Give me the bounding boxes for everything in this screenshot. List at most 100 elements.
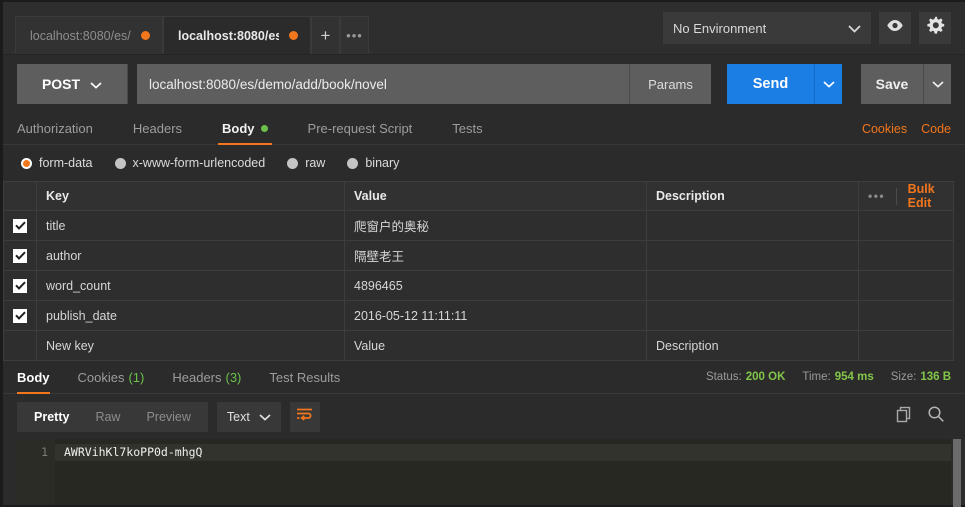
row-value[interactable]: 2016-05-12 11:11:11 bbox=[344, 300, 647, 331]
chevron-down-icon bbox=[90, 76, 102, 92]
response-tab-body[interactable]: Body bbox=[17, 361, 50, 394]
time-badge: Time: 954 ms bbox=[802, 371, 873, 383]
word-wrap-icon bbox=[296, 407, 313, 426]
unsaved-dot-icon bbox=[289, 31, 298, 40]
row-key[interactable]: author bbox=[36, 240, 345, 271]
environment-quick-look-button[interactable] bbox=[879, 12, 911, 44]
view-mode-pretty[interactable]: Pretty bbox=[21, 402, 82, 432]
save-button-group: Save bbox=[861, 64, 951, 104]
row-key[interactable]: title bbox=[36, 210, 345, 241]
code-link[interactable]: Code bbox=[921, 122, 951, 136]
row-value[interactable]: 爬窗户的奥秘 bbox=[344, 210, 647, 241]
select-all-cell bbox=[3, 181, 37, 211]
tab-headers[interactable]: Headers bbox=[133, 113, 200, 144]
cookies-link[interactable]: Cookies bbox=[862, 122, 907, 136]
save-options-button[interactable] bbox=[923, 64, 951, 104]
row-checkbox[interactable] bbox=[13, 278, 27, 293]
row-value[interactable]: 隔壁老王 bbox=[344, 240, 647, 271]
row-checkbox-cell bbox=[3, 300, 37, 331]
request-tab-bar: localhost:8080/es/der localhost:8080/es/… bbox=[3, 2, 965, 55]
status-value: 200 OK bbox=[745, 371, 786, 383]
new-description-input[interactable]: Description bbox=[646, 330, 859, 361]
body-active-dot-icon bbox=[260, 125, 268, 132]
size-badge: Size: 136 B bbox=[891, 371, 951, 383]
row-checkbox[interactable] bbox=[13, 248, 27, 263]
table-row: publish_date 2016-05-12 11:11:11 bbox=[3, 300, 954, 331]
http-method-label: POST bbox=[41, 76, 81, 92]
column-header-key: Key bbox=[36, 181, 345, 211]
radio-selected-icon bbox=[21, 157, 32, 169]
copy-button[interactable] bbox=[896, 406, 913, 428]
response-tab-test-results-label: Test Results bbox=[269, 369, 341, 385]
new-key-input[interactable]: New key bbox=[36, 330, 345, 361]
radio-icon bbox=[114, 157, 126, 169]
status-label: Status: bbox=[705, 371, 742, 383]
tab-body[interactable]: Body bbox=[218, 113, 286, 145]
body-type-raw[interactable]: raw bbox=[287, 156, 325, 170]
response-format-select[interactable]: Text bbox=[216, 401, 281, 432]
send-options-button[interactable] bbox=[814, 64, 842, 104]
status-badge: Status: 200 OK bbox=[706, 371, 785, 383]
url-input[interactable]: localhost:8080/es/demo/add/book/novel bbox=[137, 64, 629, 104]
row-checkbox[interactable] bbox=[13, 218, 27, 233]
row-description[interactable] bbox=[646, 300, 859, 331]
response-tabs: Body Cookies (1) Headers (3) Test Result… bbox=[3, 361, 965, 394]
view-mode-preview[interactable]: Preview bbox=[133, 402, 203, 432]
table-options-button[interactable]: ••• bbox=[868, 189, 885, 203]
response-tab-test-results[interactable]: Test Results bbox=[269, 361, 340, 393]
tab-options-button[interactable]: ••• bbox=[340, 16, 369, 54]
response-tab-cookies[interactable]: Cookies (1) bbox=[78, 361, 145, 393]
tab-pre-request-script[interactable]: Pre-request Script bbox=[308, 113, 431, 144]
bulk-edit-button[interactable]: Bulk Edit bbox=[908, 182, 936, 210]
row-value[interactable]: 4896465 bbox=[344, 270, 647, 301]
request-tab-1[interactable]: localhost:8080/es/der bbox=[15, 16, 163, 54]
settings-button[interactable] bbox=[919, 12, 951, 44]
url-input-group: localhost:8080/es/demo/add/book/novel Pa… bbox=[137, 64, 711, 104]
body-type-raw-label: raw bbox=[305, 156, 326, 170]
row-description[interactable] bbox=[646, 270, 859, 301]
eye-icon bbox=[886, 19, 904, 37]
body-type-urlencoded[interactable]: x-www-form-urlencoded bbox=[114, 156, 265, 170]
body-type-binary[interactable]: binary bbox=[347, 156, 399, 170]
row-checkbox[interactable] bbox=[13, 308, 27, 323]
word-wrap-button[interactable] bbox=[289, 401, 320, 432]
new-tab-button[interactable]: + bbox=[311, 16, 340, 54]
row-description[interactable] bbox=[646, 210, 859, 241]
table-row: author 隔壁老王 bbox=[3, 240, 954, 271]
tab-authorization[interactable]: Authorization bbox=[17, 113, 111, 144]
row-checkbox-cell bbox=[3, 240, 37, 271]
row-key[interactable]: publish_date bbox=[36, 300, 345, 331]
tab-body-label: Body bbox=[222, 121, 255, 136]
view-mode-raw[interactable]: Raw bbox=[82, 402, 133, 432]
row-actions bbox=[858, 210, 954, 241]
row-key[interactable]: word_count bbox=[36, 270, 345, 301]
radio-icon bbox=[347, 157, 359, 169]
response-format-label: Text bbox=[226, 409, 250, 424]
search-button[interactable] bbox=[927, 405, 945, 428]
tab-authorization-label: Authorization bbox=[17, 121, 93, 136]
request-tab-2[interactable]: localhost:8080/es/der bbox=[163, 16, 311, 54]
table-row: word_count 4896465 bbox=[3, 270, 954, 301]
environment-select-label: No Environment bbox=[673, 20, 767, 36]
response-meta: Status: 200 OK Time: 954 ms Size: 136 B bbox=[706, 361, 951, 393]
tab-tests[interactable]: Tests bbox=[452, 113, 500, 144]
table-row: title 爬窗户的奥秘 bbox=[3, 210, 954, 241]
http-method-select[interactable]: POST bbox=[17, 64, 128, 104]
environment-select[interactable]: No Environment bbox=[663, 12, 871, 44]
response-tab-cookies-count: (1) bbox=[128, 369, 145, 385]
body-type-form-data-label: form-data bbox=[39, 156, 93, 170]
time-value: 954 ms bbox=[834, 371, 874, 383]
response-tab-headers[interactable]: Headers (3) bbox=[172, 361, 241, 393]
response-body-editor[interactable]: 1 AWRVihKl7koPP0d-mhgQ bbox=[17, 439, 951, 505]
chevron-down-icon bbox=[848, 21, 861, 36]
response-tab-headers-count: (3) bbox=[225, 369, 242, 385]
send-button[interactable]: Send bbox=[727, 64, 814, 104]
table-header-row: Key Value Description ••• Bulk Edit bbox=[3, 181, 954, 211]
new-value-input[interactable]: Value bbox=[344, 330, 647, 361]
body-type-form-data[interactable]: form-data bbox=[21, 156, 93, 170]
row-checkbox-cell bbox=[3, 270, 37, 301]
save-button[interactable]: Save bbox=[861, 64, 923, 104]
row-description[interactable] bbox=[646, 240, 859, 271]
response-body-content[interactable]: AWRVihKl7koPP0d-mhgQ bbox=[55, 439, 951, 505]
params-button[interactable]: Params bbox=[629, 64, 711, 104]
